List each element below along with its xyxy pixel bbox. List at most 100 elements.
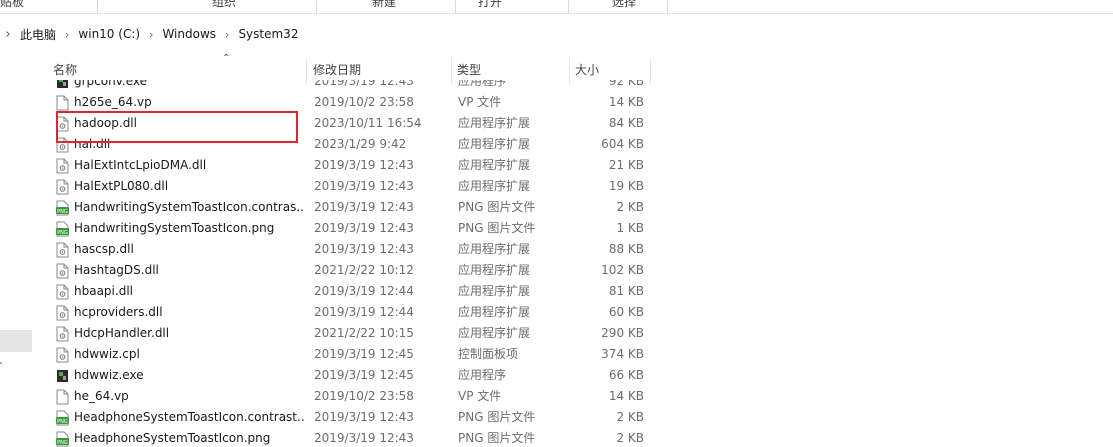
svg-text:PNG: PNG: [57, 440, 68, 446]
breadcrumb-drive[interactable]: win10 (C:): [74, 27, 144, 41]
file-type: 控制面板项: [458, 347, 519, 361]
file-date: 2023/10/11 16:54: [314, 116, 422, 130]
file-name: hcproviders.dll: [74, 305, 163, 319]
file-date: 2019/3/19 12:45: [314, 368, 414, 382]
png-icon: PNG: [56, 221, 69, 237]
file-date: 2019/10/2 23:58: [314, 95, 414, 109]
dll-icon: [56, 158, 69, 174]
file-name: HalExtIntcLpioDMA.dll: [74, 158, 207, 172]
file-name: hbaapi.dll: [74, 284, 133, 298]
svg-text:PNG: PNG: [57, 419, 68, 425]
file-row[interactable]: hbaapi.dll 2019/3/19 12:44 应用程序扩展 81 KB: [48, 281, 668, 302]
file-date: 2019/3/19 12:44: [314, 284, 414, 298]
file-size: 66 KB: [608, 368, 644, 382]
file-date: 2019/3/19 12:44: [314, 305, 414, 319]
file-size: 2 KB: [616, 200, 644, 214]
file-date: 2019/3/19 12:43: [314, 242, 414, 256]
breadcrumb-windows[interactable]: Windows: [158, 27, 220, 41]
png-icon: PNG: [56, 410, 69, 426]
breadcrumb-system32[interactable]: System32: [234, 27, 302, 41]
file-row[interactable]: hal.dll 2023/1/29 9:42 应用程序扩展 604 KB: [48, 134, 668, 155]
file-row[interactable]: PNG HandwritingSystemToastIcon.contras...…: [48, 197, 668, 218]
file-size: 290 KB: [601, 326, 644, 340]
file-type: 应用程序扩展: [458, 137, 531, 151]
png-icon: PNG: [56, 431, 69, 447]
ribbon-divider: [667, 0, 668, 13]
file-row[interactable]: hadoop.dll 2023/10/11 16:54 应用程序扩展 84 KB: [48, 113, 668, 134]
file-type: 应用程序扩展: [458, 263, 531, 277]
file-size: 102 KB: [601, 263, 644, 277]
file-type: 应用程序扩展: [458, 116, 531, 130]
file-row[interactable]: hdwwiz.exe 2019/3/19 12:45 应用程序 66 KB: [48, 365, 668, 386]
png-icon: PNG: [56, 200, 69, 216]
file-date: 2021/2/22 10:12: [314, 263, 414, 277]
ribbon-divider: [568, 0, 569, 13]
file-name: hdwwiz.exe: [74, 368, 144, 382]
nav-pane-selected-item[interactable]: [0, 330, 32, 352]
file-type: PNG 图片文件: [458, 410, 536, 424]
file-row[interactable]: HalExtPL080.dll 2019/3/19 12:43 应用程序扩展 19 K…: [48, 176, 668, 197]
file-date: 2021/2/22 10:15: [314, 326, 414, 340]
file-name: hal.dll: [74, 137, 111, 151]
file-type: 应用程序扩展: [458, 326, 531, 340]
file-size: 88 KB: [608, 242, 644, 256]
file-row[interactable]: HalExtIntcLpioDMA.dll 2019/3/19 12:43 应用程序…: [48, 155, 668, 176]
file-row[interactable]: HdcpHandler.dll 2021/2/22 10:15 应用程序扩展 290 …: [48, 323, 668, 344]
exe-icon: [56, 80, 69, 90]
file-date: 2019/3/19 12:43: [314, 221, 414, 235]
file-name: hadoop.dll: [74, 116, 137, 130]
file-size: 1 KB: [616, 221, 644, 235]
file-type: 应用程序: [458, 80, 507, 88]
ribbon-group-organize: 组织: [212, 0, 237, 9]
address-bar[interactable]: › 此电脑 › win10 (C:) › Windows › System32: [0, 22, 1113, 46]
ribbon-divider: [455, 0, 456, 13]
file-date: 2019/3/19 12:45: [314, 347, 414, 361]
file-size: 14 KB: [608, 95, 644, 109]
file-row[interactable]: PNG HeadphoneSystemToastIcon.png 2019/3/19…: [48, 428, 668, 447]
file-row[interactable]: hcproviders.dll 2019/3/19 12:44 应用程序扩展 60 K…: [48, 302, 668, 323]
file-type: VP 文件: [458, 95, 502, 109]
file-size: 92 KB: [608, 80, 644, 88]
file-type: PNG 图片文件: [458, 200, 536, 214]
file-size: 81 KB: [608, 284, 644, 298]
file-row[interactable]: he_64.vp 2019/10/2 23:58 VP 文件 14 KB: [48, 386, 668, 407]
ribbon-group-open: 打开: [478, 0, 503, 9]
file-row[interactable]: PNG HandwritingSystemToastIcon.png 2019/3/…: [48, 218, 668, 239]
file-date: 2019/3/19 12:43: [314, 158, 414, 172]
ribbon-group-new: 新建: [372, 0, 397, 9]
file-type: 应用程序扩展: [458, 305, 531, 319]
file-row[interactable]: grpconv.exe 2019/3/19 12:43 应用程序 92 KB: [48, 80, 668, 92]
file-type: 应用程序: [458, 368, 507, 382]
file-type: PNG 图片文件: [458, 221, 536, 235]
file-row[interactable]: HashtagDS.dll 2021/2/22 10:12 应用程序扩展 102 KB: [48, 260, 668, 281]
file-name: HashtagDS.dll: [74, 263, 159, 277]
file-size: 2 KB: [616, 410, 644, 424]
breadcrumb-arrow-icon[interactable]: ›: [144, 28, 158, 41]
ribbon-divider: [97, 0, 98, 13]
file-size: 374 KB: [601, 347, 644, 361]
exe-icon: [56, 368, 69, 384]
breadcrumb-arrow-icon[interactable]: ›: [60, 28, 74, 41]
dll-icon: [56, 179, 69, 195]
file-size: 60 KB: [608, 305, 644, 319]
file-row[interactable]: PNG HeadphoneSystemToastIcon.contrast... 2…: [48, 407, 668, 428]
dll-icon: [56, 242, 69, 258]
file-date: 2019/10/2 23:58: [314, 389, 414, 403]
file-type: VP 文件: [458, 389, 502, 403]
file-name: grpconv.exe: [74, 80, 147, 88]
file-row[interactable]: h265e_64.vp 2019/10/2 23:58 VP 文件 14 KB: [48, 92, 668, 113]
file-row[interactable]: hdwwiz.cpl 2019/3/19 12:45 控制面板项 374 KB: [48, 344, 668, 365]
dll-icon: [56, 263, 69, 279]
file-date: 2023/1/29 9:42: [314, 137, 407, 151]
breadcrumb-arrow-icon[interactable]: ›: [220, 28, 234, 41]
file-list: grpconv.exe 2019/3/19 12:43 应用程序 92 KB h265e…: [48, 80, 668, 447]
chevron-right-icon[interactable]: ›: [0, 27, 16, 42]
breadcrumb-this-pc[interactable]: 此电脑: [16, 26, 60, 43]
dll-icon: [56, 305, 69, 321]
file-size: 21 KB: [608, 158, 644, 172]
svg-text:PNG: PNG: [57, 209, 68, 215]
ribbon-divider: [316, 0, 317, 13]
file-row[interactable]: hascsp.dll 2019/3/19 12:43 应用程序扩展 88 KB: [48, 239, 668, 260]
file-icon: [56, 95, 69, 111]
dll-icon: [56, 137, 69, 153]
